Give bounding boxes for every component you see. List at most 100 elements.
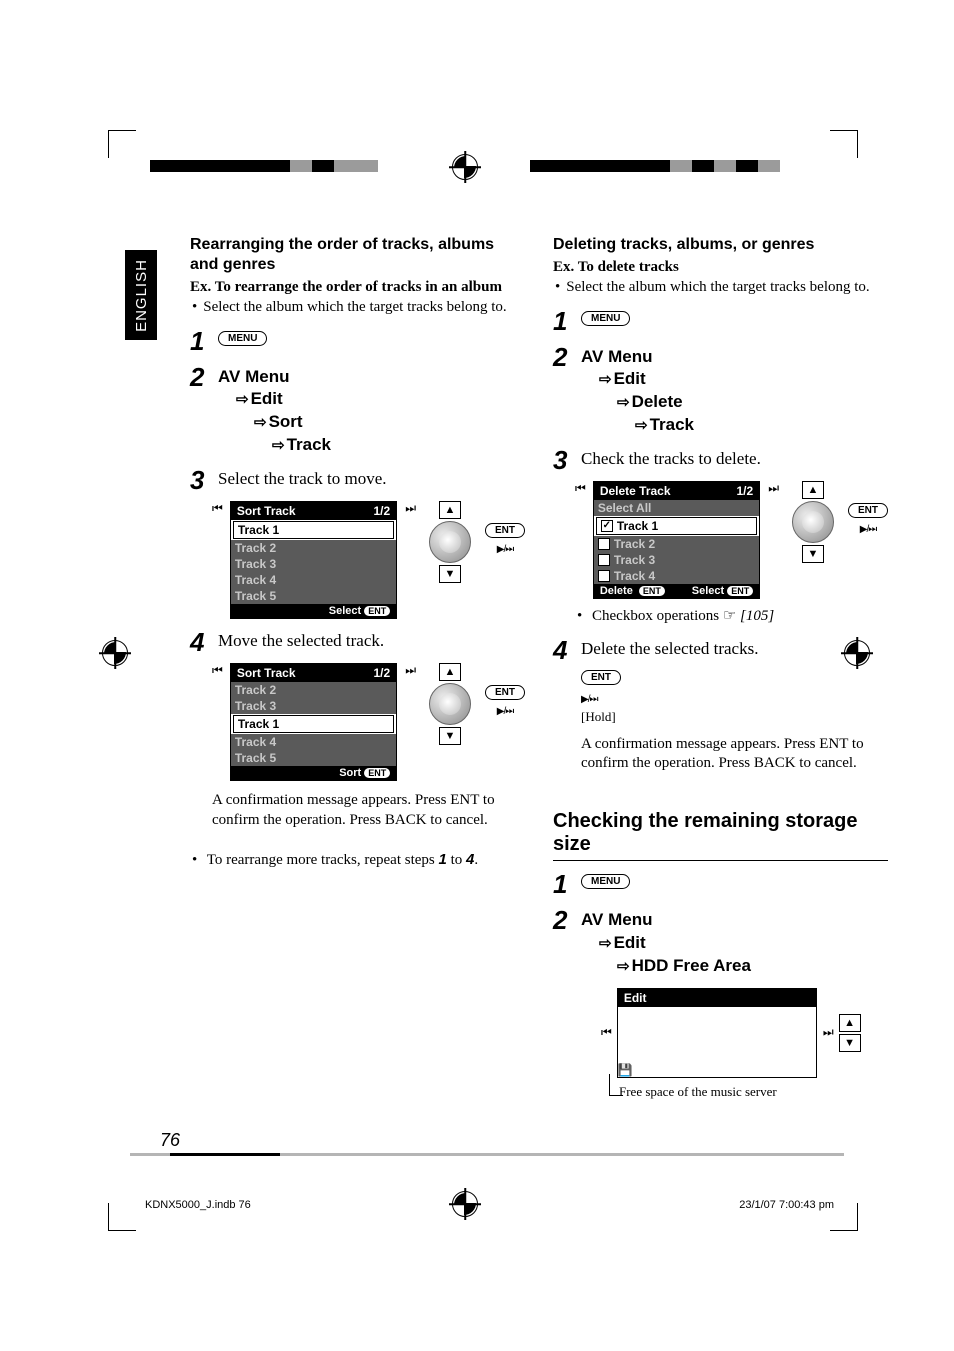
up-button[interactable]: ▲ <box>439 501 461 519</box>
menu-path-l1: AV Menu <box>581 346 888 369</box>
up-button[interactable]: ▲ <box>802 481 824 499</box>
step-number: 1 <box>553 308 581 334</box>
confirm-note: A confirmation message appears. Press EN… <box>212 791 525 830</box>
confirm-note: A confirmation message appears. Press EN… <box>581 735 888 774</box>
menu-button[interactable]: MENU <box>218 331 267 346</box>
down-button[interactable]: ▼ <box>802 545 824 563</box>
menu-path-l2: Edit <box>614 369 646 388</box>
list-item[interactable]: HDD Free Area <box>618 1049 816 1063</box>
footer-meta: KDNX5000_J.indb 76 23/1/07 7:00:43 pm <box>145 1199 834 1211</box>
step-instruction: Select the track to move. <box>218 467 525 489</box>
bullet-text: Select the album which the target tracks… <box>553 278 888 298</box>
down-button[interactable]: ▼ <box>439 565 461 583</box>
ent-button[interactable]: ENT <box>485 523 525 538</box>
example-label: Ex. To rearrange the order of tracks in … <box>190 279 525 296</box>
next-track-icon: ⏭ <box>405 663 415 678</box>
play-fwd-icon: ▶/⏭ <box>860 524 876 535</box>
menu-path-l1: AV Menu <box>581 909 888 932</box>
list-item[interactable]: Track 5 <box>231 750 396 766</box>
step-number: 1 <box>190 328 218 354</box>
play-fwd-icon: ▶/⏭ <box>497 706 513 717</box>
list-item[interactable]: Track 4 <box>594 568 759 584</box>
list-item[interactable]: Track 1 <box>233 521 394 539</box>
step-number: 2 <box>190 364 218 390</box>
rotary-knob[interactable] <box>429 521 471 563</box>
example-label: Ex. To delete tracks <box>553 259 888 276</box>
list-item[interactable]: Track 2 <box>594 536 759 552</box>
list-item[interactable]: Track 2 <box>231 682 396 698</box>
step-number: 1 <box>553 871 581 897</box>
menu-path-l4: Track <box>287 435 331 454</box>
step-number: 4 <box>190 629 218 655</box>
section-heading: Deleting tracks, albums, or genres <box>553 235 888 255</box>
arrow-icon: ⇨ <box>599 370 612 390</box>
prev-track-icon: ⏮ <box>575 481 585 496</box>
list-item[interactable]: Track 4 <box>231 572 396 588</box>
list-item[interactable]: Track 1 <box>233 715 394 733</box>
arrow-icon: ⇨ <box>272 436 285 456</box>
arrow-icon: ⇨ <box>254 413 267 433</box>
step-number: 2 <box>553 344 581 370</box>
crop-mark <box>830 1203 858 1231</box>
menu-button[interactable]: MENU <box>581 874 630 889</box>
sort-track-screen: Sort Track 1/2 Track 1 Track 2 Track 3 Tr… <box>230 501 397 619</box>
up-button[interactable]: ▲ <box>439 663 461 681</box>
menu-path-l2: Edit <box>251 389 283 408</box>
up-button[interactable]: ▲ <box>839 1014 861 1032</box>
list-item[interactable]: Track 5 <box>231 588 396 604</box>
rotary-knob[interactable] <box>429 683 471 725</box>
checkbox-icon: ✓ <box>601 520 613 532</box>
section-title: Checking the remaining storage size <box>553 810 888 861</box>
checkbox-icon <box>598 570 610 582</box>
edit-screen: Edit Delete Move Sort HDD Free Area 💾 80… <box>617 988 817 1078</box>
bullet-text: Select the album which the target tracks… <box>190 298 525 318</box>
menu-path-l2: Edit <box>614 933 646 952</box>
down-button[interactable]: ▼ <box>839 1034 861 1052</box>
page-rule <box>130 1153 844 1156</box>
list-item[interactable]: Track 3 <box>231 556 396 572</box>
list-item[interactable]: Track 3 <box>594 552 759 568</box>
arrow-icon: ⇨ <box>617 393 630 413</box>
screen-title: Sort Track <box>237 504 296 518</box>
annotation-text: Free space of the music server <box>619 1084 888 1100</box>
screen-page: 1/2 <box>374 504 391 518</box>
list-item[interactable]: Track 4 <box>231 734 396 750</box>
step-instruction: Check the tracks to delete. <box>581 447 888 469</box>
prev-track-icon: ⏮ <box>212 501 222 516</box>
section-heading: Rearranging the order of tracks, albums … <box>190 235 525 275</box>
arrow-icon: ⇨ <box>635 416 648 436</box>
checkbox-icon <box>598 538 610 550</box>
list-item[interactable]: Delete <box>618 1007 816 1021</box>
menu-path-l3: Delete <box>632 392 683 411</box>
step-number: 4 <box>553 637 581 663</box>
menu-button[interactable]: MENU <box>581 311 630 326</box>
menu-path-l3: Sort <box>269 412 303 431</box>
step-number: 2 <box>553 907 581 933</box>
step-number: 3 <box>553 447 581 473</box>
step-number: 3 <box>190 467 218 493</box>
step-instruction: Delete the selected tracks. <box>581 637 888 659</box>
prev-track-icon: ⏮ <box>212 663 222 678</box>
list-item[interactable]: Select All <box>594 500 759 516</box>
next-track-icon: ⏭ <box>405 501 415 516</box>
arrow-icon: ⇨ <box>236 390 249 410</box>
repeat-note: To rearrange more tracks, repeat steps <box>207 852 439 868</box>
ent-button[interactable]: ENT <box>848 503 888 518</box>
page-number: 76 <box>160 1130 180 1151</box>
ent-button[interactable]: ENT <box>581 670 621 685</box>
checkbox-note: Checkbox operations ☞ <box>592 608 740 624</box>
prev-track-icon: ⏮ <box>601 1025 611 1040</box>
hold-label: [Hold] <box>581 709 888 725</box>
play-fwd-icon: ▶/⏭ <box>497 544 513 555</box>
list-item[interactable]: Move <box>618 1021 816 1035</box>
list-item[interactable]: Track 3 <box>231 698 396 714</box>
list-item[interactable]: Track 2 <box>231 540 396 556</box>
rotary-knob[interactable] <box>792 501 834 543</box>
arrow-icon: ⇨ <box>599 934 612 954</box>
down-button[interactable]: ▼ <box>439 727 461 745</box>
list-item[interactable]: ✓Track 1 <box>596 517 757 535</box>
ent-button[interactable]: ENT <box>485 685 525 700</box>
arrow-icon: ⇨ <box>617 957 630 977</box>
checkbox-icon <box>598 554 610 566</box>
list-item[interactable]: Sort <box>618 1035 816 1049</box>
